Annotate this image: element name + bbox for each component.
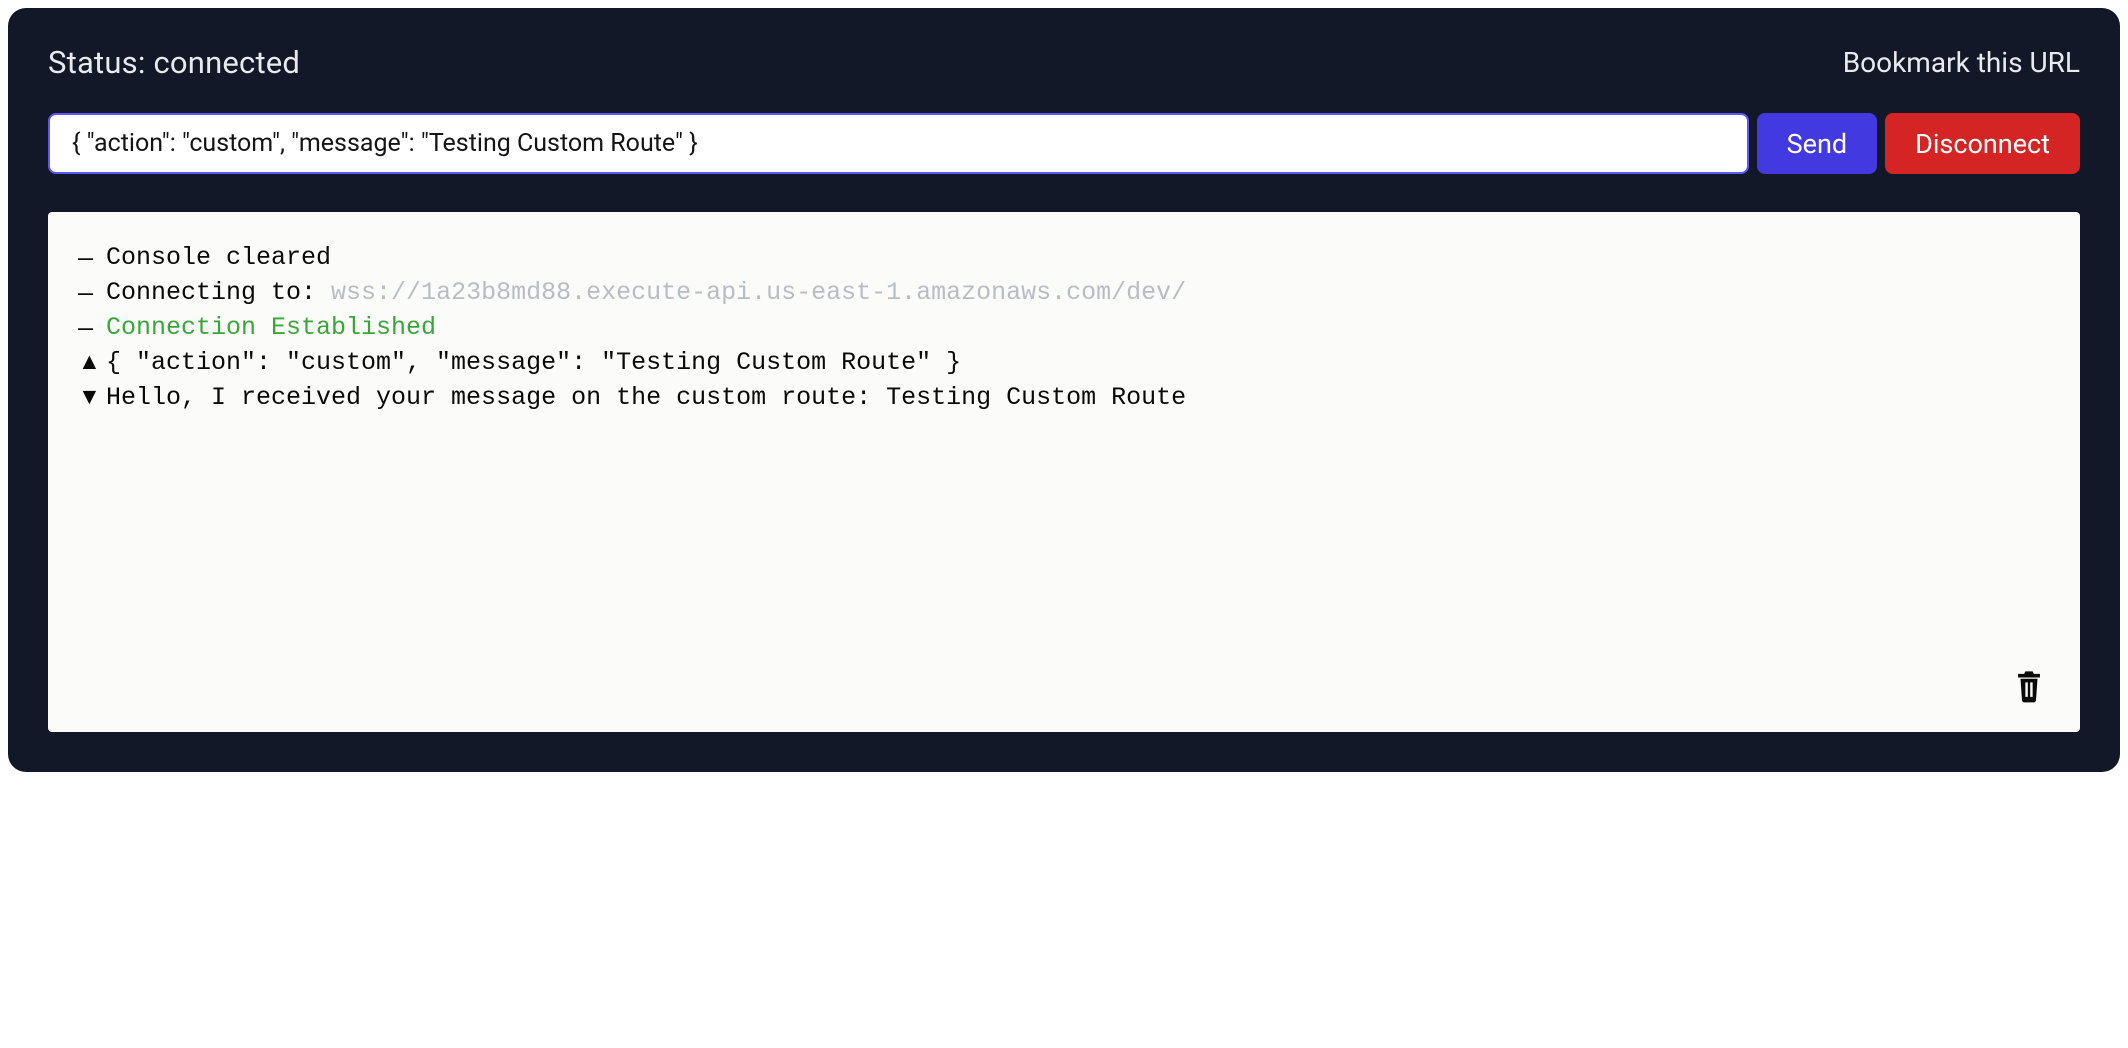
trash-icon (2014, 669, 2044, 703)
bookmark-link[interactable]: Bookmark this URL (1843, 46, 2080, 79)
log-marker: ▲ (78, 345, 106, 380)
log-line: –Connecting to: wss://1a23b8md88.execute… (78, 275, 2050, 310)
status-label: Status: connected (48, 44, 300, 81)
log-marker: ▼ (78, 380, 106, 415)
log-text: Connection Established (106, 310, 436, 345)
websocket-panel: Status: connected Bookmark this URL Send… (8, 8, 2120, 772)
log-text: Console cleared (106, 240, 331, 275)
clear-console-button[interactable] (2008, 663, 2050, 712)
console-output: –Console cleared–Connecting to: wss://1a… (48, 212, 2080, 732)
message-input[interactable] (48, 113, 1749, 174)
log-lines: –Console cleared–Connecting to: wss://1a… (78, 240, 2050, 712)
log-line: ▼Hello, I received your message on the c… (78, 380, 2050, 415)
send-button[interactable]: Send (1757, 113, 1878, 174)
log-marker: – (78, 275, 106, 310)
log-text: Connecting to: (106, 275, 331, 310)
log-line: –Console cleared (78, 240, 2050, 275)
log-text: Hello, I received your message on the cu… (106, 380, 1186, 415)
log-line: ▲{ "action": "custom", "message": "Testi… (78, 345, 2050, 380)
input-row: Send Disconnect (48, 113, 2080, 174)
log-marker: – (78, 310, 106, 345)
log-url: wss://1a23b8md88.execute-api.us-east-1.a… (331, 275, 1186, 310)
log-line: –Connection Established (78, 310, 2050, 345)
disconnect-button[interactable]: Disconnect (1885, 113, 2080, 174)
log-text: { "action": "custom", "message": "Testin… (106, 345, 961, 380)
header-row: Status: connected Bookmark this URL (48, 44, 2080, 81)
log-marker: – (78, 240, 106, 275)
